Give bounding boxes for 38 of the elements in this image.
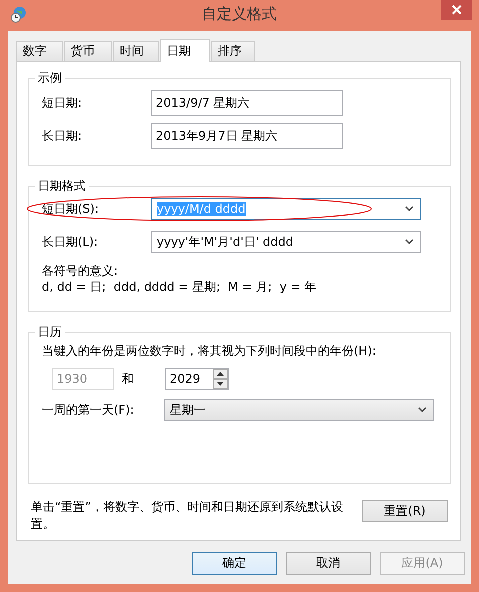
group-title: 日历 [35, 324, 65, 340]
group-title: 示例 [35, 70, 65, 86]
format-combobox[interactable]: yyyy'年'M'月'd'日' dddd [151, 231, 421, 253]
caret-icon [418, 407, 427, 413]
caret-icon [405, 239, 414, 245]
dialog-button[interactable]: 确定 [192, 552, 277, 575]
window-title: 自定义格式 [202, 5, 277, 24]
tab[interactable]: 数字 [16, 41, 63, 61]
dialog-button[interactable]: 取消 [286, 552, 371, 575]
readonly-field: 2013/9/7 星期六 [151, 90, 343, 116]
tab[interactable]: 排序 [211, 41, 255, 61]
up-arrow-icon [217, 372, 224, 376]
tab[interactable]: 日期 [160, 39, 210, 62]
close-button[interactable] [441, 0, 472, 20]
two-digit-year-label: 当键入的年份是两位数字时，将其视为下列时间段中的年份(H): [42, 343, 378, 360]
field-label: 一周的第一天(F): [42, 402, 136, 418]
and-label: 和 [122, 370, 135, 388]
caret-icon [405, 206, 414, 212]
end-year-spinbox[interactable]: 2029 [165, 368, 229, 390]
tab[interactable]: 货币 [64, 41, 112, 61]
symbol-legend: d, dd = 日; ddd, dddd = 星期; M = 月; y = 年 [42, 279, 450, 295]
readonly-field: 2013年9月7日 星期六 [151, 123, 343, 149]
reset-note: 单击“重置”，将数字、货币、时间和日期还原到系统默认设置。 [31, 499, 344, 533]
close-icon [452, 5, 462, 15]
group-title: 日期格式 [35, 178, 89, 194]
spin-down-button[interactable] [213, 379, 228, 389]
spin-up-button[interactable] [213, 369, 228, 379]
field-label: 长日期: [41, 128, 84, 144]
tab[interactable]: 时间 [113, 41, 159, 61]
first-day-dropdown[interactable]: 星期一 [164, 399, 434, 421]
field-label: 短日期: [41, 94, 84, 112]
reset-button[interactable]: 重置(R) [362, 500, 448, 522]
legend-title: 各符号的意义: [42, 263, 120, 279]
start-year-field: 1930 [52, 368, 114, 390]
field-label: 长日期(L): [41, 234, 100, 250]
down-arrow-icon [217, 382, 224, 386]
field-label: 短日期(S): [41, 200, 100, 218]
globe-clock-icon [11, 7, 27, 23]
